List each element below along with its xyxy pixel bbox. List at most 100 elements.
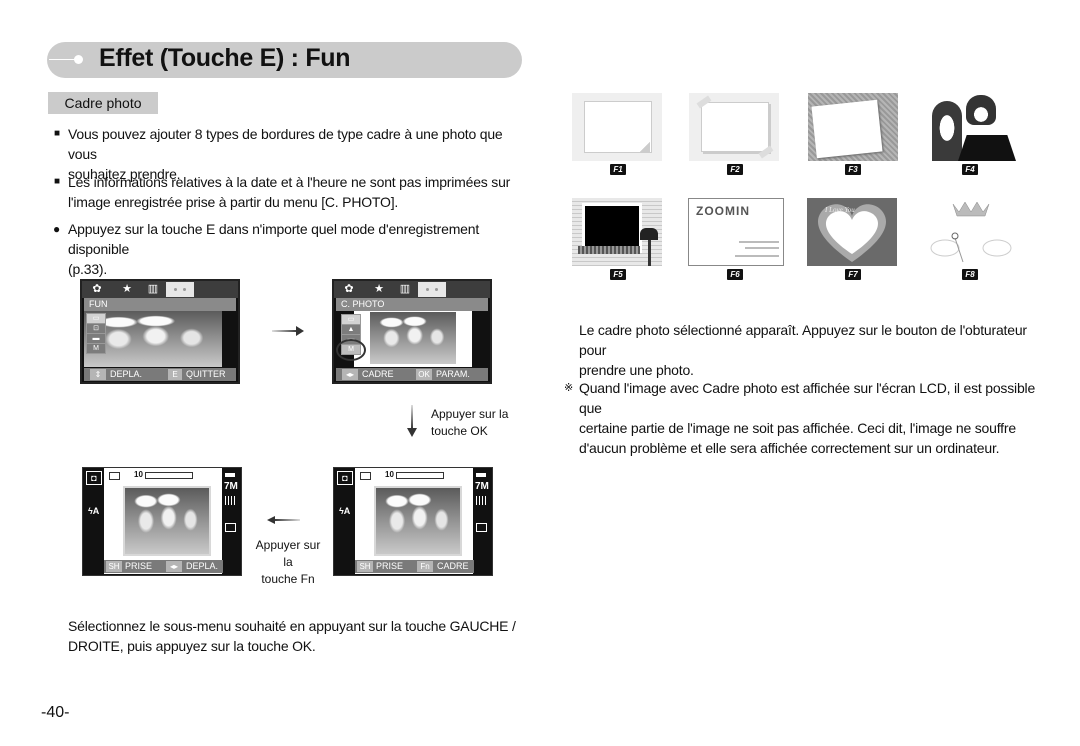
selected-tab	[166, 282, 194, 297]
battery-icon	[476, 473, 486, 477]
key-label: PRISE	[376, 561, 404, 571]
frame-thumb-f5	[572, 198, 662, 266]
camera-mode-icon: ◘	[86, 471, 102, 485]
intro-bullet-3: ● Appuyez sur la touche E dans n'importe…	[53, 219, 528, 279]
key-label: PRISE	[125, 561, 153, 571]
key-label: PARAM.	[436, 369, 470, 379]
note-line: Quand l'image avec Cadre photo est affic…	[579, 380, 1036, 416]
square-bullet-icon: ■	[54, 128, 60, 139]
note-text: ※ Quand l'image avec Cadre photo est aff…	[564, 378, 1049, 458]
lcd-bottom-bar: ◂▸ CADRE OK PARAM.	[336, 368, 488, 381]
battery-card-icon	[109, 472, 120, 480]
arrow-down-head-icon	[407, 428, 417, 437]
woman-silhouette	[932, 101, 962, 161]
lcd-shooting-right: ◘ ϟA 10 7M SH PRISE Fn CADRE	[333, 467, 493, 576]
arrow-left-icon	[274, 519, 300, 521]
frame-thumb-f2	[689, 93, 779, 161]
frame-thumb-f1	[572, 93, 662, 161]
round-bullet-icon: ●	[53, 222, 61, 236]
caption-line: Appuyer sur la	[431, 407, 509, 421]
frame-badge-f4: F4	[962, 164, 978, 175]
card-text-line	[735, 255, 779, 257]
battery-icon	[225, 473, 235, 477]
shutter-key-icon: SH	[357, 561, 373, 572]
selection-circle	[336, 339, 366, 361]
metering-icon	[225, 523, 236, 532]
updown-key-icon: ⇕	[90, 369, 106, 380]
title-decoration-dot	[74, 55, 83, 64]
bullet-text: Appuyez sur la touche E dans n'importe q…	[68, 221, 480, 257]
heart-caption: I Love You	[824, 206, 855, 214]
arrow-right-icon	[272, 330, 298, 332]
frame-badge-f8: F8	[962, 269, 978, 280]
frame-thumb-f6: ZOOMIN	[688, 198, 784, 266]
palette-icon: ✿	[344, 283, 354, 295]
leftright-key-icon: ◂▸	[166, 561, 182, 572]
shots-remaining: 10	[134, 470, 143, 479]
bullet-text: l'image enregistrée prise à partir du me…	[68, 194, 399, 210]
intro-bullet-2: ■ Les informations relatives à la date e…	[54, 172, 528, 212]
paragraph-line: prendre une photo.	[579, 362, 694, 378]
polaroid-sheet	[811, 99, 883, 159]
frame-result-text: Le cadre photo sélectionné apparaît. App…	[579, 320, 1049, 380]
camera-mode-icon: ◘	[337, 471, 353, 485]
lcd-fun-menu: ✿ ★ ▥ FUN ▭ ⊡ ▬ M ⇕ DEPLA. E QUITTER	[80, 279, 240, 384]
caption-line: touche Fn	[261, 572, 315, 586]
arrow-right-head-icon	[296, 326, 304, 336]
key-label: DEPLA.	[186, 561, 219, 571]
bullet-text: (p.33).	[68, 261, 108, 277]
lcd-menu-tabs: ✿ ★ ▥	[82, 281, 238, 298]
frame-thumb-f8	[925, 198, 1015, 266]
image-size-icon: 7M	[224, 481, 238, 492]
flash-auto-icon: ϟA	[339, 506, 351, 516]
bullet-text: Vous pouvez ajouter 8 types de bordures …	[68, 126, 503, 162]
bullet-text: Les informations relatives à la date et …	[68, 174, 511, 190]
selected-tab	[418, 282, 446, 297]
caption-line: Appuyer sur la	[255, 538, 321, 569]
histogram-icon: ▥	[147, 283, 159, 295]
lcd-menu-title: C. PHOTO	[336, 298, 488, 311]
leftright-key-icon: ◂▸	[342, 369, 358, 380]
palette-icon: ✿	[92, 283, 102, 295]
square-bullet-icon: ■	[54, 176, 60, 187]
shutter-key-icon: SH	[106, 561, 122, 572]
page-title: Effet (Touche E) : Fun	[99, 44, 351, 72]
photo-frame-border	[123, 486, 211, 556]
battery-card-icon	[360, 472, 371, 480]
fn-caption: Appuyer sur la touche Fn	[252, 537, 324, 588]
frame-badge-f2: F2	[727, 164, 743, 175]
star-wand-icon: ★	[122, 283, 132, 295]
note-line: d'aucun problème et elle sera affichée c…	[579, 440, 1000, 456]
lcd-photo-frame-menu: ✿ ★ ▥ C. PHOTO ▭ ▲ ▬ M ◂▸ CADRE OK PARAM…	[332, 279, 492, 384]
flower-box	[578, 246, 640, 254]
arrow-down-icon	[411, 405, 413, 429]
image-size-icon: 7M	[475, 481, 489, 492]
card-text-line	[739, 241, 779, 243]
ok-key-icon: OK	[416, 369, 432, 380]
note-marker-icon: ※	[564, 382, 574, 394]
frame-thumb-f3	[808, 93, 898, 161]
frame-badge-f7: F7	[845, 269, 861, 280]
lcd-menu-title: FUN	[84, 298, 236, 311]
histogram-icon: ▥	[399, 283, 411, 295]
key-label: CADRE	[437, 561, 469, 571]
frame-thumb-f4	[926, 93, 1016, 161]
mailbox	[640, 228, 658, 240]
star-wand-icon: ★	[374, 283, 384, 295]
key-label: QUITTER	[186, 369, 226, 379]
zoom-bar	[145, 472, 193, 479]
flash-auto-icon: ϟA	[88, 506, 100, 516]
curled-corner	[640, 142, 650, 152]
frame-thumb-f7: I Love You	[807, 198, 897, 266]
instruction-line: DROITE, puis appuyez sur la touche OK.	[68, 638, 316, 654]
card-text-line	[745, 247, 779, 249]
lcd-menu-tabs: ✿ ★ ▥	[334, 281, 490, 298]
crown-wings-icon	[930, 201, 1012, 263]
lcd-bottom-bar: ⇕ DEPLA. E QUITTER	[84, 368, 236, 381]
fn-key-icon: Fn	[417, 561, 433, 572]
instruction-text: Sélectionnez le sous-menu souhaité en ap…	[68, 616, 528, 656]
man-suit	[958, 135, 1016, 161]
paragraph-line: Le cadre photo sélectionné apparaît. App…	[579, 322, 1027, 358]
frame-badge-f6: F6	[727, 269, 743, 280]
lcd-bottom-bar: SH PRISE ◂▸ DEPLA.	[104, 560, 223, 573]
